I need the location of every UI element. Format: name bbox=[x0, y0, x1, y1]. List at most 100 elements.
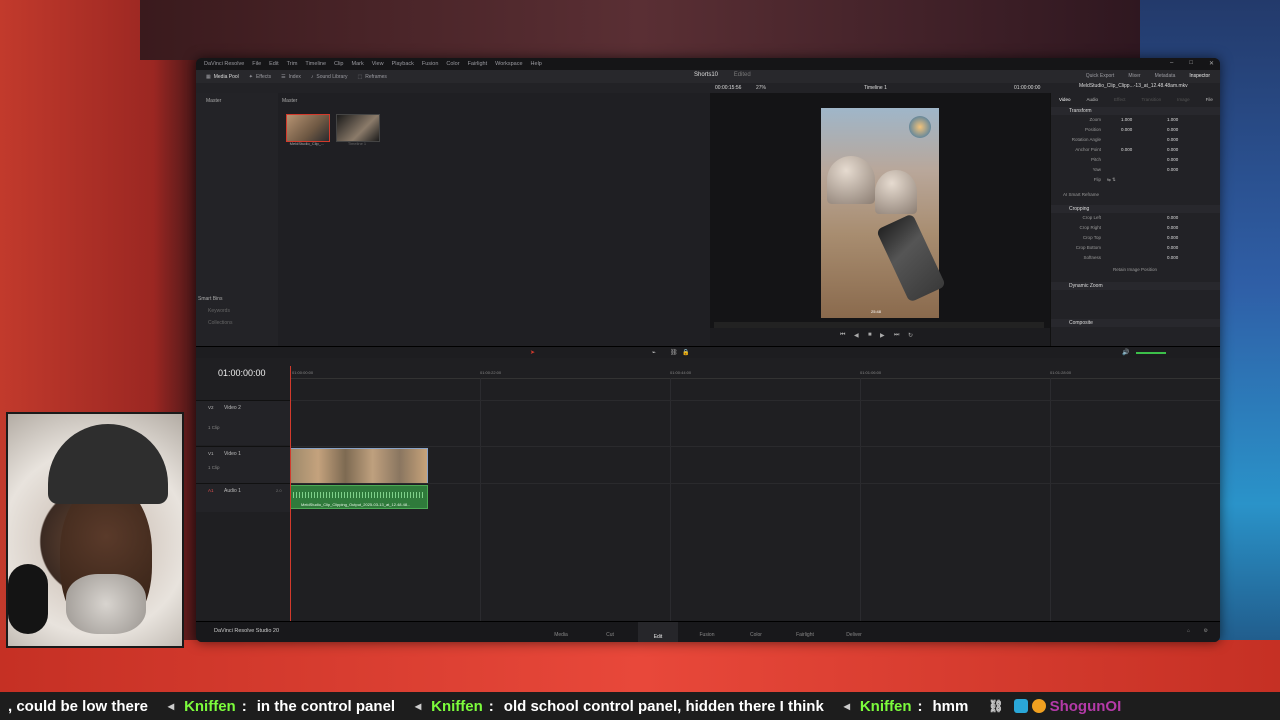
page-deliver[interactable]: Deliver bbox=[834, 632, 874, 638]
reframes-button[interactable]: ⬚ Reframes bbox=[358, 74, 387, 80]
page-cut[interactable]: Cut bbox=[590, 632, 630, 638]
audio-level-label: 2.0 bbox=[276, 488, 282, 493]
media-pool-button[interactable]: ▦ Media Pool bbox=[206, 74, 239, 80]
menu-workspace[interactable]: Workspace bbox=[495, 61, 522, 67]
smart-bins-header[interactable]: Smart Bins bbox=[196, 293, 278, 305]
track-header-v1[interactable]: V1 Video 1 1 Clip bbox=[196, 446, 290, 483]
maximize-icon[interactable]: □ bbox=[1189, 60, 1193, 67]
room-background-bottom bbox=[0, 640, 1280, 700]
track-v2[interactable] bbox=[290, 400, 1220, 445]
sound-library-button[interactable]: ♪ Sound Library bbox=[311, 74, 348, 80]
flip-icon[interactable]: ⇆ ⇅ bbox=[1107, 177, 1116, 183]
project-title: Shorts10 Edited bbox=[694, 72, 751, 78]
tab-video[interactable]: Video bbox=[1059, 97, 1070, 102]
master-bin[interactable]: Master bbox=[196, 93, 278, 109]
smart-reframe-section[interactable]: AI Smart Reframe bbox=[1063, 192, 1099, 197]
snapping-icon[interactable]: ⌁ bbox=[652, 349, 656, 356]
index-button[interactable]: ☰ Index bbox=[281, 74, 301, 80]
timeline-thumbnail[interactable] bbox=[336, 114, 380, 142]
selection-tool-icon[interactable]: ➤ bbox=[530, 349, 535, 356]
composite-section[interactable]: Composite bbox=[1051, 319, 1220, 327]
webcam-overlay bbox=[6, 412, 184, 648]
cropping-section[interactable]: Cropping bbox=[1051, 205, 1220, 213]
menu-help[interactable]: Help bbox=[531, 61, 542, 67]
home-icon[interactable]: ⌂ bbox=[1187, 628, 1190, 634]
page-fusion[interactable]: Fusion bbox=[687, 632, 727, 638]
settings-icon[interactable]: ⚙ bbox=[1204, 628, 1208, 634]
kick-icon: ◂ bbox=[168, 699, 175, 713]
transform-section[interactable]: Transform bbox=[1051, 107, 1220, 115]
tab-effect[interactable]: Effect bbox=[1114, 97, 1125, 102]
viewer-zoom[interactable]: 27% bbox=[756, 85, 766, 91]
tab-file[interactable]: File bbox=[1206, 97, 1213, 102]
room-background-top bbox=[140, 0, 1140, 60]
pitch-row: Pitch 0.000 bbox=[1090, 157, 1179, 162]
menu-view[interactable]: View bbox=[372, 61, 384, 67]
track-v1[interactable] bbox=[290, 446, 1220, 483]
clip-thumbnail[interactable] bbox=[286, 114, 330, 142]
stop-icon[interactable]: ■ bbox=[868, 332, 872, 338]
chat-colon: : bbox=[241, 697, 247, 715]
linked-selection-icon[interactable]: ⛓ bbox=[670, 349, 678, 356]
video-clip[interactable] bbox=[290, 448, 428, 484]
reframes-icon: ⬚ bbox=[357, 73, 363, 80]
ruler-label: 01:01:06:00 bbox=[860, 370, 882, 375]
tab-image[interactable]: Image bbox=[1177, 97, 1190, 102]
metadata-button[interactable]: Metadata bbox=[1155, 73, 1176, 79]
softness-row: Softness 0.000 bbox=[1083, 255, 1179, 260]
audio-clip[interactable]: MeldStudio_Clip_Clipping_Output_2025-03-… bbox=[290, 485, 428, 509]
menu-mark[interactable]: Mark bbox=[352, 61, 364, 67]
play-icon[interactable]: ▶ bbox=[880, 332, 885, 339]
mixer-button[interactable]: Mixer bbox=[1128, 73, 1140, 79]
volume-icon[interactable]: 🔊 bbox=[1122, 349, 1129, 356]
close-icon[interactable]: ✕ bbox=[1209, 60, 1214, 67]
menu-fusion[interactable]: Fusion bbox=[422, 61, 439, 67]
retain-image-position[interactable]: Retain Image Position bbox=[1113, 267, 1157, 272]
microphone bbox=[8, 564, 48, 634]
loop-icon[interactable]: ↻ bbox=[908, 332, 913, 339]
crop-right-row: Crop Right 0.000 bbox=[1079, 225, 1179, 230]
timeline-ruler[interactable]: 01:00:00:00 01:00:22:00 01:00:44:00 01:0… bbox=[290, 368, 1220, 379]
menu-fairlight[interactable]: Fairlight bbox=[468, 61, 488, 67]
smart-bin-keywords[interactable]: Keywords bbox=[196, 305, 278, 317]
page-color[interactable]: Color bbox=[736, 632, 776, 638]
page-media[interactable]: Media bbox=[541, 632, 581, 638]
transport-controls: ⏮ ◀ ■ ▶ ⏭ ↻ bbox=[710, 328, 1050, 346]
menu-trim[interactable]: Trim bbox=[287, 61, 298, 67]
chat-username: ShogunOI bbox=[1049, 697, 1122, 715]
page-edit[interactable]: Edit bbox=[638, 622, 678, 642]
lock-icon[interactable]: 🔒 bbox=[682, 349, 689, 356]
menu-timeline[interactable]: Timeline bbox=[305, 61, 326, 67]
timeline-panel: 01:00:00:00 01:00:00:00 01:00:22:00 01:0… bbox=[196, 358, 1220, 622]
go-to-start-icon[interactable]: ⏮ bbox=[840, 332, 845, 339]
menu-edit[interactable]: Edit bbox=[269, 61, 278, 67]
ruler-label: 01:00:00:00 bbox=[292, 370, 314, 375]
track-a1[interactable] bbox=[290, 483, 1220, 512]
inspector-button[interactable]: Inspector bbox=[1189, 73, 1210, 79]
menu-file[interactable]: File bbox=[252, 61, 261, 67]
track-header-v2[interactable]: V2 Video 2 1 Clip bbox=[196, 400, 290, 445]
quick-export-button[interactable]: Quick Export bbox=[1086, 73, 1115, 79]
chat-message: old school control panel, hidden there I… bbox=[503, 697, 824, 715]
menu-clip[interactable]: Clip bbox=[334, 61, 343, 67]
dynamic-zoom-section[interactable]: Dynamic Zoom bbox=[1051, 282, 1220, 290]
ruler-label: 01:00:22:00 bbox=[480, 370, 502, 375]
tab-audio[interactable]: Audio bbox=[1086, 97, 1098, 102]
menu-playback[interactable]: Playback bbox=[392, 61, 414, 67]
crop-top-row: Crop Top 0.000 bbox=[1082, 235, 1179, 240]
tab-transition[interactable]: Transition bbox=[1142, 97, 1162, 102]
effects-button[interactable]: ✦ Effects bbox=[249, 74, 271, 80]
volume-slider[interactable] bbox=[1136, 352, 1166, 354]
playhead[interactable] bbox=[290, 366, 291, 622]
page-fairlight[interactable]: Fairlight bbox=[785, 632, 825, 638]
go-to-end-icon[interactable]: ⏭ bbox=[894, 332, 899, 339]
media-pool-icon: ▦ bbox=[206, 73, 211, 80]
menu-color[interactable]: Color bbox=[446, 61, 459, 67]
track-header-a1[interactable]: A1 Audio 1 2.0 bbox=[196, 483, 290, 512]
step-back-icon[interactable]: ◀ bbox=[854, 332, 859, 339]
timeline-selector[interactable]: Timeline 1 bbox=[864, 85, 887, 91]
menu-app[interactable]: DaVinci Resolve bbox=[204, 61, 244, 67]
inspector-panel: MeldStudio_Clip_Clipp...-13_at_12.48.48a… bbox=[1050, 83, 1220, 346]
minimize-icon[interactable]: – bbox=[1170, 60, 1173, 67]
smart-bin-collections[interactable]: Collections bbox=[196, 317, 278, 329]
